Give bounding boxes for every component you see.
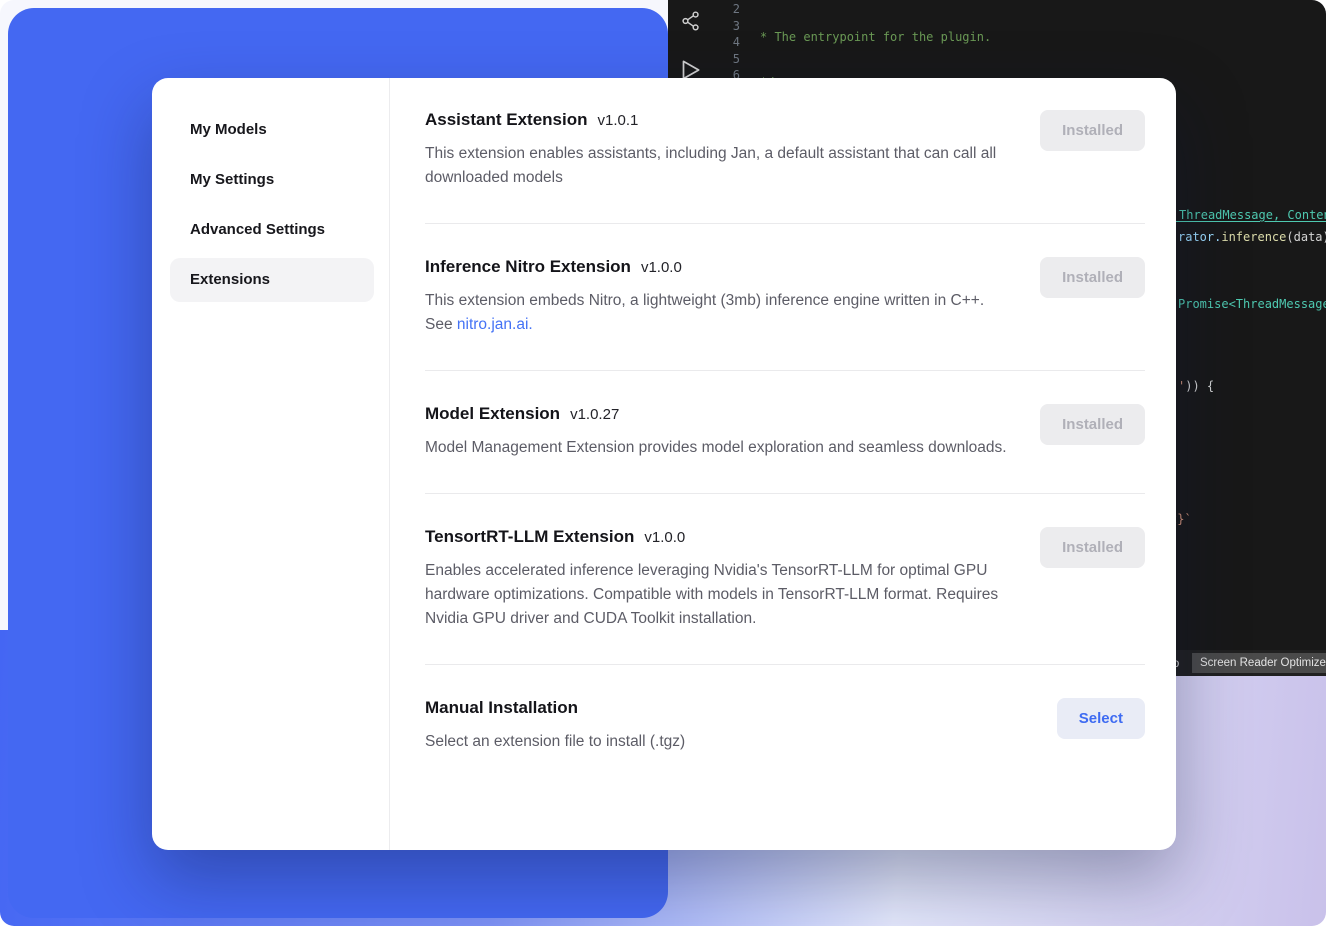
- line-numbers: 2 3 4 5 6: [668, 1, 740, 84]
- extension-row-model: Model Extension v1.0.27 Model Management…: [425, 371, 1145, 494]
- extension-version: v1.0.0: [644, 529, 685, 546]
- settings-sidebar: My Models My Settings Advanced Settings …: [152, 78, 390, 850]
- code-fragment: Promise<ThreadMessage>: [1178, 297, 1326, 311]
- code-fragment: ')) {: [1178, 379, 1214, 393]
- extension-info: Inference Nitro Extension v1.0.0 This ex…: [425, 257, 1010, 337]
- extension-info: TensortRT-LLM Extension v1.0.0 Enables a…: [425, 527, 1010, 631]
- extension-row-assistant: Assistant Extension v1.0.1 This extensio…: [425, 110, 1145, 224]
- extension-info: Assistant Extension v1.0.1 This extensio…: [425, 110, 1010, 190]
- extension-description: Enables accelerated inference leveraging…: [425, 559, 1010, 631]
- extension-version: v1.0.27: [570, 406, 619, 423]
- sidebar-item-my-settings[interactable]: My Settings: [170, 158, 374, 202]
- extension-row-manual-install: Manual Installation Select an extension …: [425, 665, 1145, 787]
- extension-title: Inference Nitro Extension: [425, 257, 631, 277]
- select-file-button[interactable]: Select: [1057, 698, 1145, 739]
- extension-title: Assistant Extension: [425, 110, 588, 130]
- extension-description: This extension embeds Nitro, a lightweig…: [425, 289, 1010, 337]
- extension-title: TensortRT-LLM Extension: [425, 527, 634, 547]
- sidebar-item-advanced-settings[interactable]: Advanced Settings: [170, 208, 374, 252]
- extension-description: This extension enables assistants, inclu…: [425, 142, 1010, 190]
- code-fragment: rator.inference(data));: [1178, 230, 1326, 244]
- extension-description: Select an extension file to install (.tg…: [425, 730, 685, 754]
- screen-reader-status: Screen Reader Optimized: [1192, 653, 1326, 673]
- extension-description: Model Management Extension provides mode…: [425, 436, 1007, 460]
- extension-info: Manual Installation Select an extension …: [425, 698, 685, 754]
- installed-button[interactable]: Installed: [1040, 257, 1145, 298]
- sidebar-item-my-models[interactable]: My Models: [170, 108, 374, 152]
- extension-title: Manual Installation: [425, 698, 578, 718]
- extension-version: v1.0.0: [641, 259, 682, 276]
- installed-button[interactable]: Installed: [1040, 527, 1145, 568]
- extension-version: v1.0.1: [598, 112, 639, 129]
- sidebar-item-extensions[interactable]: Extensions: [170, 258, 374, 302]
- installed-button[interactable]: Installed: [1040, 110, 1145, 151]
- settings-modal: My Models My Settings Advanced Settings …: [152, 78, 1176, 850]
- installed-button[interactable]: Installed: [1040, 404, 1145, 445]
- desktop-background: 2 3 4 5 6 * The entrypoint for the plugi…: [0, 0, 1326, 926]
- extension-info: Model Extension v1.0.27 Model Management…: [425, 404, 1007, 460]
- extension-title: Model Extension: [425, 404, 560, 424]
- nitro-jan-ai-link[interactable]: nitro.jan.ai.: [457, 316, 533, 333]
- extensions-list: Assistant Extension v1.0.1 This extensio…: [390, 78, 1176, 850]
- extension-row-tensorrt: TensortRT-LLM Extension v1.0.0 Enables a…: [425, 494, 1145, 665]
- code-line: * The entrypoint for the plugin.: [760, 29, 1326, 46]
- extension-row-nitro: Inference Nitro Extension v1.0.0 This ex…: [425, 224, 1145, 371]
